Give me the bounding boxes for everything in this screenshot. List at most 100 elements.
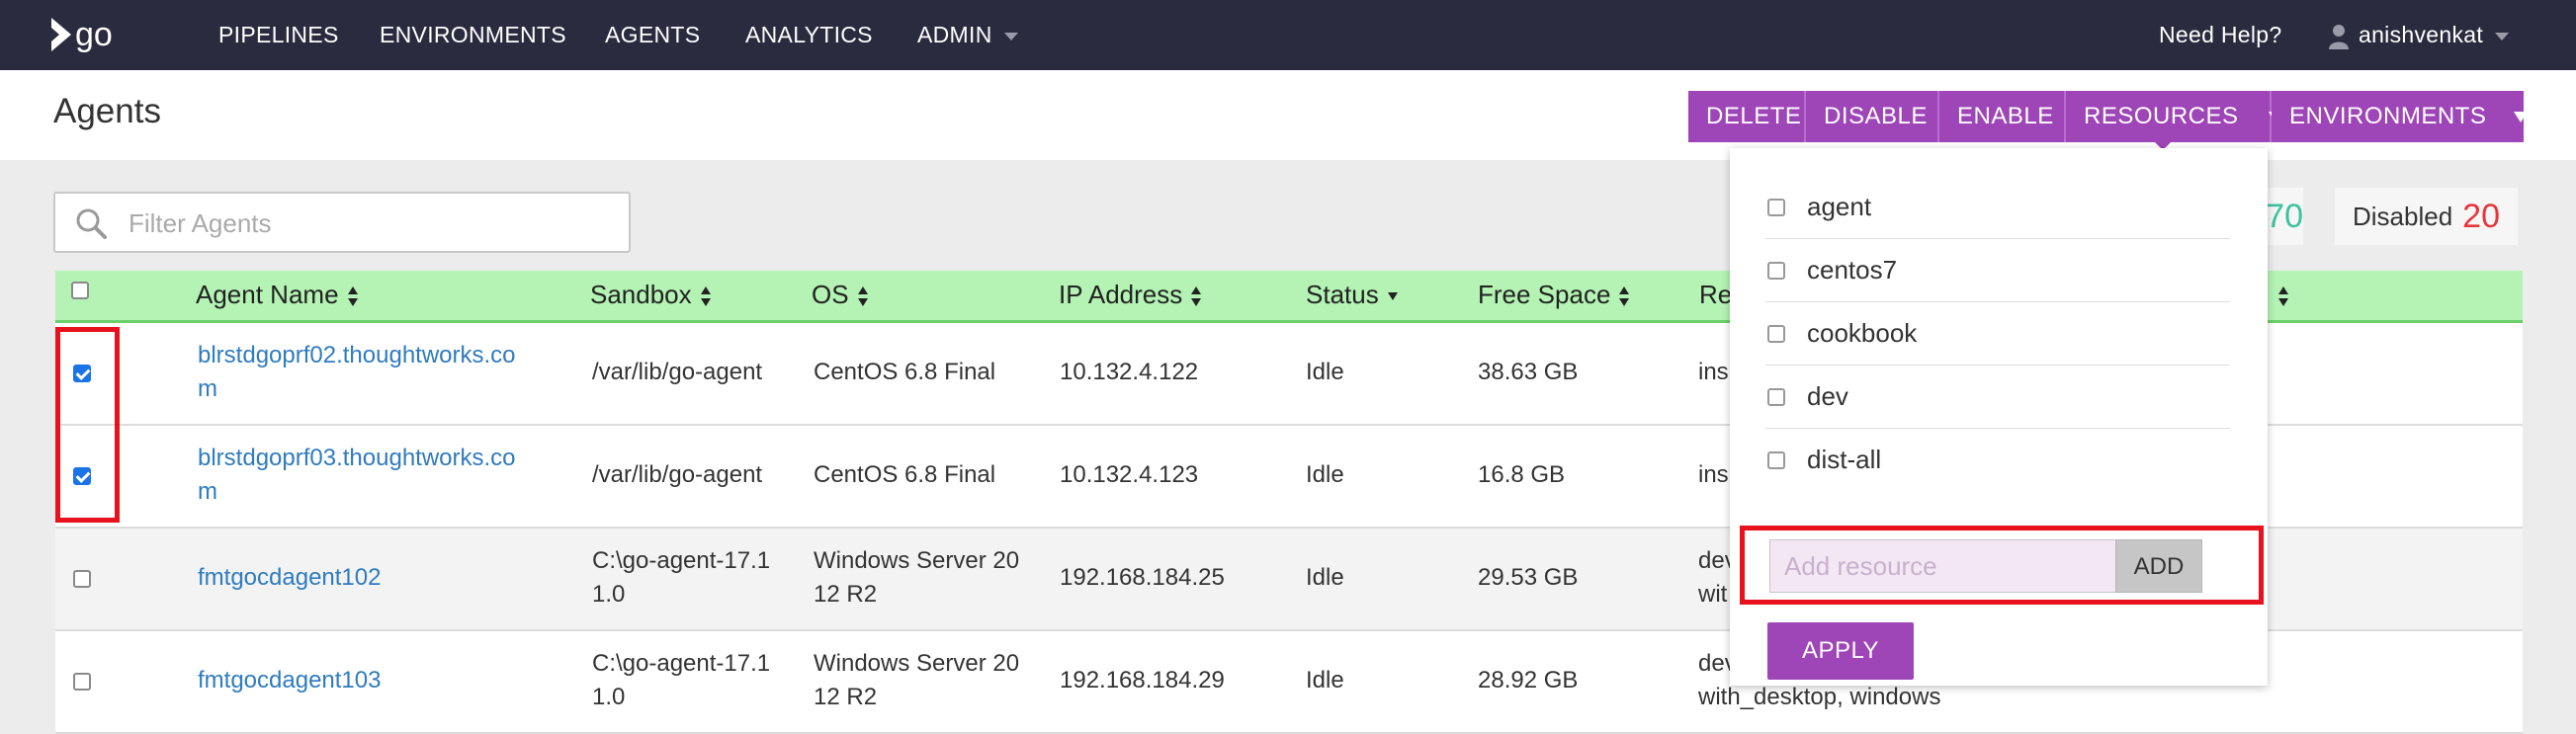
user-icon bbox=[2329, 24, 2349, 49]
user-menu[interactable]: anishvenkat bbox=[2329, 0, 2510, 70]
resources-line: wit bbox=[1698, 581, 1728, 608]
sort-icon bbox=[1191, 286, 1202, 307]
header-ip-address[interactable]: IP Address bbox=[1059, 271, 1202, 320]
resource-item[interactable]: cookbook bbox=[1765, 302, 2230, 366]
resource-label: dist-all bbox=[1807, 445, 1882, 472]
top-navigation: go PIPELINES ENVIRONMENTS AGENTS ANALYTI… bbox=[0, 0, 2576, 70]
nav-admin[interactable]: ADMIN bbox=[917, 0, 1018, 70]
header-os[interactable]: OS bbox=[812, 271, 869, 320]
resource-checkbox[interactable] bbox=[1767, 199, 1785, 216]
header-resources[interactable]: Re bbox=[1699, 271, 1732, 320]
row-checkbox[interactable] bbox=[73, 570, 91, 588]
disabled-count: Disabled 20 bbox=[2335, 188, 2518, 245]
sandbox-line: C:\go-agent-17.1 bbox=[592, 547, 771, 574]
os-cell: Windows Server 20 12 R2 bbox=[814, 544, 1019, 612]
header-free-space[interactable]: Free Space bbox=[1478, 271, 1630, 320]
nav-pipelines[interactable]: PIPELINES bbox=[218, 0, 339, 70]
delete-button[interactable]: DELETE bbox=[1688, 91, 1806, 142]
resources-cell: ins bbox=[1698, 461, 1729, 488]
enable-button[interactable]: ENABLE bbox=[1939, 91, 2066, 142]
header-label: Free Space bbox=[1478, 280, 1611, 309]
resource-label: cookbook bbox=[1807, 318, 1918, 348]
ip-address-cell: 192.168.184.29 bbox=[1060, 667, 1225, 693]
agent-name-line: blrstdgoprf02.thoughtworks.co bbox=[198, 342, 516, 368]
nav-agents[interactable]: AGENTS bbox=[605, 0, 700, 70]
filter-agents-input[interactable] bbox=[127, 202, 615, 245]
go-logo[interactable]: go bbox=[49, 12, 130, 57]
sort-descending-icon bbox=[1387, 292, 1398, 301]
chevron-down-icon bbox=[1003, 32, 1018, 41]
resource-checkbox[interactable] bbox=[1767, 451, 1785, 469]
resource-checkbox[interactable] bbox=[1767, 325, 1785, 343]
apply-button[interactable]: APPLY bbox=[1767, 622, 1914, 680]
resources-list: agent centos7 cookbook dev dist-all dsa-… bbox=[1765, 176, 2230, 472]
sandbox-line: C:\go-agent-17.1 bbox=[592, 650, 771, 677]
header-label: OS bbox=[812, 280, 849, 309]
filter-agents-box bbox=[53, 192, 631, 253]
resources-button-label: RESOURCES bbox=[2084, 103, 2239, 129]
agent-name-link[interactable]: fmtgocdagent102 bbox=[198, 561, 381, 595]
add-resource-highlight bbox=[1740, 526, 2264, 605]
agent-name-link[interactable]: blrstdgoprf03.thoughtworks.co m bbox=[198, 442, 516, 509]
resources-cell: ins bbox=[1698, 359, 1729, 385]
resources-button[interactable]: RESOURCES bbox=[2066, 91, 2282, 142]
resources-dropdown: agent centos7 cookbook dev dist-all dsa-… bbox=[1730, 148, 2268, 686]
os-cell: Windows Server 20 12 R2 bbox=[814, 647, 1019, 714]
environments-button[interactable]: ENVIRONMENTS bbox=[2272, 91, 2529, 142]
agent-name-link[interactable]: fmtgocdagent103 bbox=[198, 664, 381, 697]
ip-address-cell: 192.168.184.25 bbox=[1060, 564, 1225, 591]
ip-address-cell: 10.132.4.123 bbox=[1060, 461, 1199, 488]
select-all-checkbox[interactable] bbox=[71, 282, 89, 299]
agent-name-link[interactable]: blrstdgoprf02.thoughtworks.co m bbox=[198, 339, 516, 406]
sort-icon bbox=[2278, 286, 2288, 307]
resource-checkbox[interactable] bbox=[1767, 262, 1785, 280]
disable-button[interactable]: DISABLE bbox=[1806, 91, 1939, 142]
resource-item[interactable]: dist-all bbox=[1765, 429, 2230, 472]
os-line: 12 R2 bbox=[814, 581, 878, 608]
agent-name-line: blrstdgoprf03.thoughtworks.co bbox=[198, 445, 516, 471]
sandbox-cell: C:\go-agent-17.1 1.0 bbox=[592, 544, 770, 612]
nav-environments[interactable]: ENVIRONMENTS bbox=[380, 0, 566, 70]
resource-label: centos7 bbox=[1807, 255, 1898, 285]
disabled-count-value: 20 bbox=[2462, 198, 2500, 235]
resources-line: with_desktop, windows bbox=[1698, 684, 1941, 710]
resource-item[interactable]: agent bbox=[1765, 176, 2230, 239]
sort-icon bbox=[857, 286, 868, 307]
resource-item[interactable]: centos7 bbox=[1765, 239, 2230, 302]
header-label: Status bbox=[1306, 280, 1379, 309]
header-environments-sort[interactable] bbox=[2270, 271, 2289, 320]
need-help-link[interactable]: Need Help? bbox=[2159, 0, 2281, 70]
resource-item[interactable]: dev bbox=[1765, 366, 2230, 429]
sandbox-cell: C:\go-agent-17.1 1.0 bbox=[592, 647, 770, 714]
nav-admin-label: ADMIN bbox=[917, 22, 992, 47]
row-checkbox[interactable] bbox=[73, 673, 91, 691]
user-name: anishvenkat bbox=[2359, 22, 2484, 47]
sandbox-line: 1.0 bbox=[592, 684, 626, 710]
status-cell: Idle bbox=[1306, 461, 1344, 488]
status-cell: Idle bbox=[1306, 564, 1344, 591]
os-line: Windows Server 20 bbox=[814, 547, 1020, 574]
disabled-count-label: Disabled bbox=[2353, 202, 2453, 231]
environments-button-label: ENVIRONMENTS bbox=[2289, 103, 2487, 129]
header-status[interactable]: Status bbox=[1306, 271, 1399, 320]
page-title: Agents bbox=[53, 92, 161, 130]
header-agent-name[interactable]: Agent Name bbox=[196, 271, 359, 320]
free-space-cell: 38.63 GB bbox=[1478, 359, 1579, 385]
svg-text:go: go bbox=[75, 16, 113, 53]
agent-actions-toolbar: DELETE DISABLE ENABLE RESOURCES ENVIRONM… bbox=[1688, 91, 2529, 142]
header-sandbox[interactable]: Sandbox bbox=[590, 271, 712, 320]
sandbox-cell: /var/lib/go-agent bbox=[592, 359, 763, 385]
free-space-cell: 16.8 GB bbox=[1478, 461, 1566, 488]
os-line: Windows Server 20 bbox=[814, 650, 1020, 677]
status-cell: Idle bbox=[1306, 359, 1344, 385]
nav-analytics[interactable]: ANALYTICS bbox=[745, 0, 873, 70]
os-cell: CentOS 6.8 Final bbox=[814, 359, 996, 385]
status-cell: Idle bbox=[1306, 667, 1344, 693]
enabled-count-value: 70 bbox=[2266, 198, 2303, 235]
caret-down-icon bbox=[2514, 112, 2529, 123]
header-label: IP Address bbox=[1059, 280, 1183, 309]
ip-address-cell: 10.132.4.122 bbox=[1060, 359, 1199, 385]
agent-name-line: m bbox=[198, 375, 217, 402]
resource-checkbox[interactable] bbox=[1767, 388, 1785, 406]
resource-label: dev bbox=[1807, 381, 1848, 411]
